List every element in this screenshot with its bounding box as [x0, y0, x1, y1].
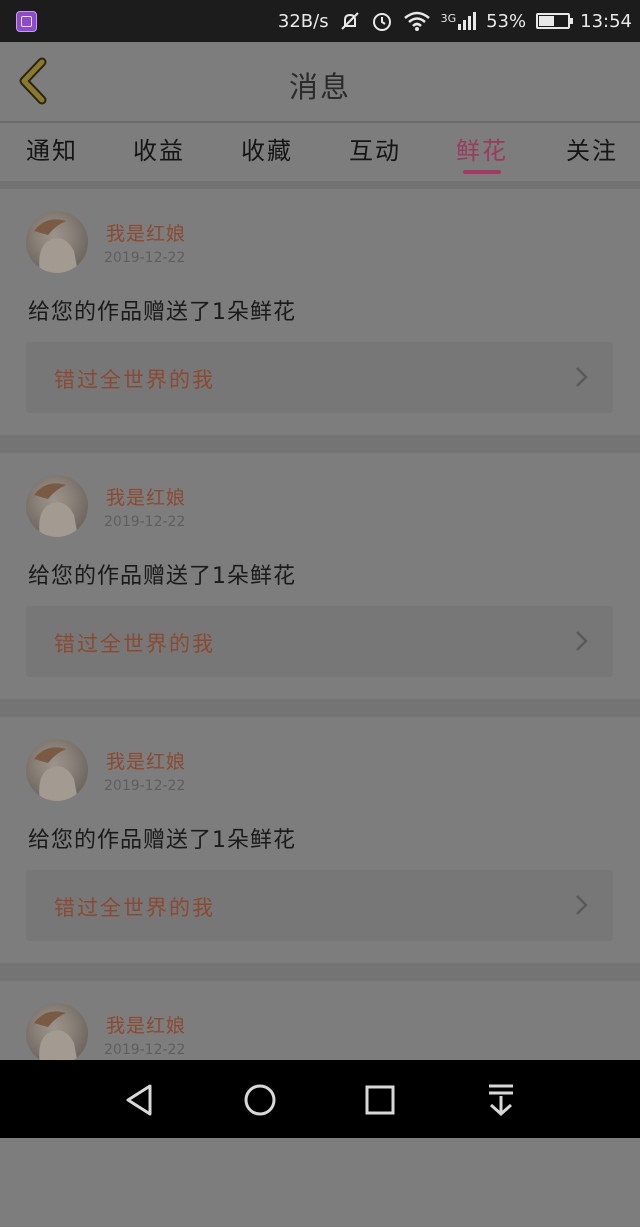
list-item: 我是红娘 2019-12-22 给您的作品赠送了1朵鲜花 错过全世界的我: [0, 717, 640, 963]
message-date: 2019-12-22: [104, 250, 186, 266]
chevron-right-icon: [576, 367, 588, 387]
chevron-right-icon: [576, 895, 588, 915]
chevron-right-icon: [576, 631, 588, 651]
app-header: 消息: [0, 42, 640, 122]
sender-name[interactable]: 我是红娘: [106, 483, 186, 510]
avatar[interactable]: [26, 739, 88, 801]
list-item: 我是红娘 2019-12-22 给您的作品赠送了1朵鲜花 错过全世界的我: [0, 189, 640, 435]
message-date: 2019-12-22: [104, 514, 186, 530]
network-type: 3G: [440, 12, 457, 25]
gallery-notification-icon: [16, 11, 37, 32]
clock: 13:54: [580, 10, 632, 32]
mute-icon: [340, 12, 359, 30]
sender-name[interactable]: 我是红娘: [106, 1011, 186, 1038]
recents-square-icon[interactable]: [360, 1080, 400, 1120]
active-tab-indicator: [463, 170, 501, 174]
home-circle-icon[interactable]: [240, 1080, 280, 1120]
page-title: 消息: [288, 70, 351, 104]
tab-flowers[interactable]: 鲜花: [456, 131, 508, 166]
message-date: 2019-12-22: [104, 1042, 186, 1058]
avatar[interactable]: [26, 1003, 88, 1065]
sender-name[interactable]: 我是红娘: [106, 747, 186, 774]
system-nav-bar: [0, 1060, 640, 1138]
tab-interactions[interactable]: 互动: [349, 131, 401, 166]
avatar[interactable]: [26, 211, 88, 273]
signal-icon: [458, 12, 477, 30]
tabs-divider: [0, 181, 640, 189]
alarm-icon: [372, 13, 391, 31]
work-link[interactable]: 错过全世界的我: [26, 870, 613, 941]
list-item: 我是红娘 2019-12-22 给您的作品赠送了1朵鲜花 错过全世界的我: [0, 453, 640, 699]
tab-bar: 通知 收益 收藏 互动 鲜花 关注: [0, 123, 640, 181]
list-separator: [0, 963, 640, 981]
battery-icon: [536, 13, 574, 29]
tab-following[interactable]: 关注: [566, 131, 618, 166]
wifi-icon: [403, 11, 430, 31]
battery-percent: 53%: [486, 10, 527, 32]
work-title: 错过全世界的我: [54, 632, 215, 656]
message-text: 给您的作品赠送了1朵鲜花: [28, 828, 296, 853]
list-separator: [0, 699, 640, 717]
message-date: 2019-12-22: [104, 778, 186, 794]
work-link[interactable]: 错过全世界的我: [26, 342, 613, 413]
back-triangle-icon[interactable]: [120, 1080, 160, 1120]
tab-notifications[interactable]: 通知: [26, 131, 78, 166]
sender-name[interactable]: 我是红娘: [106, 219, 186, 246]
tab-earnings[interactable]: 收益: [133, 131, 185, 166]
network-speed: 32B/s: [277, 10, 329, 32]
avatar[interactable]: [26, 475, 88, 537]
message-text: 给您的作品赠送了1朵鲜花: [28, 564, 296, 589]
work-link[interactable]: 错过全世界的我: [26, 606, 613, 677]
message-text: 给您的作品赠送了1朵鲜花: [28, 300, 296, 325]
notification-pulldown-icon[interactable]: [481, 1080, 521, 1120]
status-bar: 32B/s 3G 53% 13:54: [0, 0, 640, 42]
list-separator: [0, 435, 640, 453]
tab-favorites[interactable]: 收藏: [241, 131, 293, 166]
work-title: 错过全世界的我: [54, 368, 215, 392]
work-title: 错过全世界的我: [54, 896, 215, 920]
